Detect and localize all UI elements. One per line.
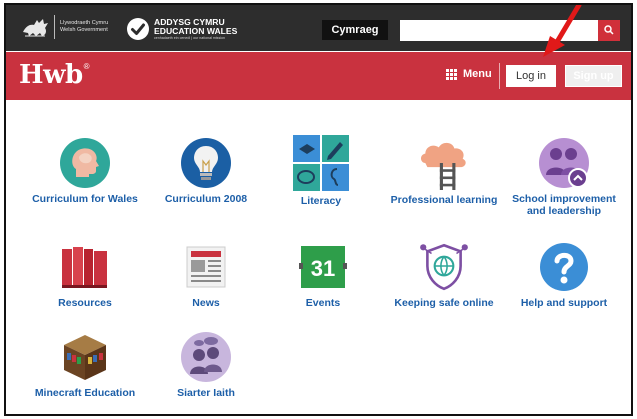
hwb-header: Hwb® Menu Log in Sign up	[6, 52, 631, 100]
header-divider	[499, 63, 500, 89]
calendar-icon: 31	[299, 246, 347, 288]
gov-name-english: Welsh Government	[60, 27, 108, 33]
government-topbar: Llywodraeth Cymru Welsh Government ADDYS…	[6, 5, 631, 51]
gov-name-welsh: Llywodraeth Cymru	[60, 20, 109, 26]
literacy-icon	[293, 135, 349, 191]
minecraft-bookshelf-icon	[64, 335, 106, 380]
tile-label: Minecraft Education	[34, 387, 136, 399]
help-icon	[540, 243, 588, 291]
hwb-logo[interactable]: Hwb®	[19, 60, 90, 90]
tile-label: Literacy	[300, 195, 342, 207]
people-group-icon	[539, 138, 589, 188]
tile-events[interactable]: 31 Events	[267, 241, 379, 309]
tile-label: Curriculum 2008	[164, 193, 248, 205]
tile-label: Resources	[58, 297, 112, 309]
lightbulb-icon	[181, 138, 231, 188]
registered-mark: ®	[83, 62, 90, 71]
menu-button[interactable]: Menu	[446, 68, 492, 80]
welsh-dragon-icon	[23, 19, 48, 37]
books-icon	[62, 247, 107, 288]
edu-tagline: cenhadaeth ein cenedl | our national mis…	[154, 35, 226, 40]
browser-viewport: Llywodraeth Cymru Welsh Government ADDYS…	[4, 3, 633, 416]
tile-label: Professional learning	[390, 194, 498, 206]
language-toggle-button[interactable]: Cymraeg	[322, 20, 388, 40]
tile-resources[interactable]: Resources	[29, 241, 141, 309]
education-wales-logo[interactable]: ADDYSG CYMRU EDUCATION WALES cenhadaeth …	[126, 17, 237, 41]
tile-label: Curriculum for Wales	[32, 193, 138, 205]
education-wales-text: ADDYSG CYMRU EDUCATION WALES cenhadaeth …	[154, 17, 238, 41]
tile-label: School improvement and leadership	[512, 193, 616, 217]
tile-school-improvement[interactable]: School improvement and leadership	[508, 137, 620, 217]
logo-divider	[54, 15, 55, 39]
brand-name: Hwb	[19, 60, 83, 90]
tile-curriculum-2008[interactable]: Curriculum 2008	[150, 137, 262, 205]
tile-professional-learning[interactable]: Professional learning	[388, 136, 500, 206]
search-input[interactable]	[400, 20, 598, 41]
tile-label: Events	[305, 297, 341, 309]
tile-label: News	[192, 297, 220, 309]
safe-online-icon	[420, 243, 468, 291]
newspaper-icon	[186, 246, 226, 288]
search-button[interactable]	[598, 20, 620, 41]
cloud-ladder-icon	[421, 142, 466, 190]
tile-keeping-safe-online[interactable]: Keeping safe online	[388, 239, 500, 309]
edu-name-english: EDUCATION WALES	[154, 25, 238, 36]
tile-minecraft-education[interactable]: Minecraft Education	[29, 331, 141, 399]
tile-label: Siarter Iaith	[177, 387, 235, 399]
tile-literacy[interactable]: Literacy	[265, 135, 377, 207]
svg-text:31: 31	[311, 256, 335, 281]
siarter-iaith-icon	[181, 332, 231, 382]
menu-label: Menu	[463, 68, 492, 80]
government-name: Llywodraeth Cymru Welsh Government	[60, 20, 108, 34]
tile-help-and-support[interactable]: Help and support	[508, 241, 620, 309]
head-profile-icon	[60, 138, 110, 188]
grid-menu-icon	[446, 69, 457, 80]
tile-siarter-iaith[interactable]: Siarter Iaith	[150, 331, 262, 399]
tile-label: Help and support	[520, 297, 608, 309]
signup-button[interactable]: Sign up	[565, 65, 622, 87]
checkmark-circle-icon	[127, 18, 149, 40]
welsh-government-logo[interactable]: Llywodraeth Cymru Welsh Government	[20, 14, 108, 40]
tile-news[interactable]: News	[150, 241, 262, 309]
login-button[interactable]: Log in	[506, 65, 556, 87]
search-icon	[604, 25, 614, 35]
tile-curriculum-for-wales[interactable]: Curriculum for Wales	[29, 137, 141, 205]
tile-label: Keeping safe online	[394, 297, 494, 309]
